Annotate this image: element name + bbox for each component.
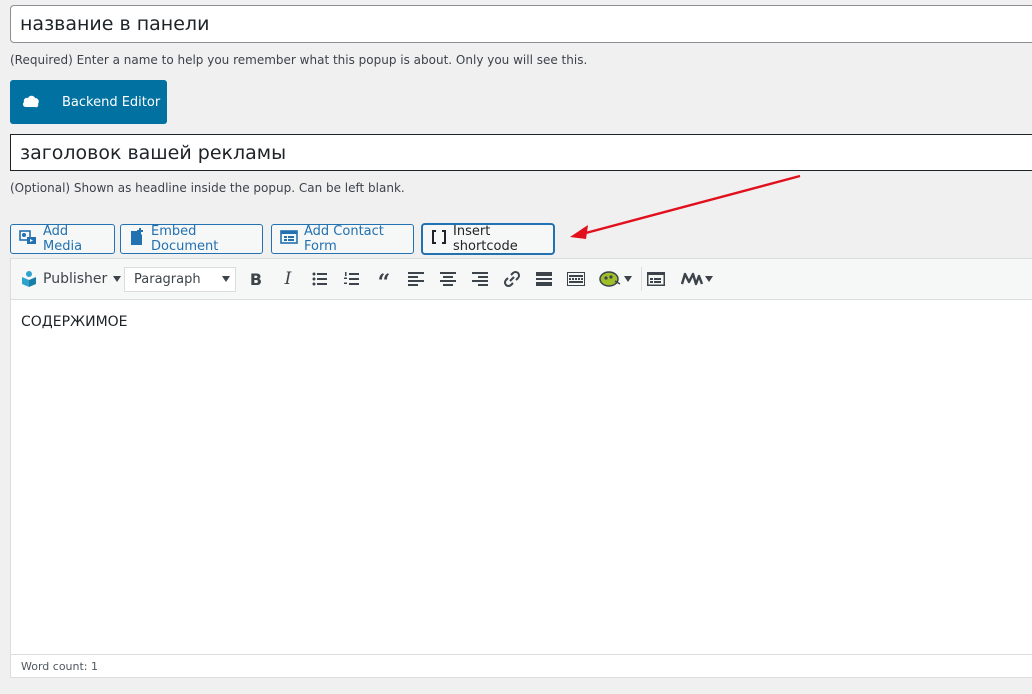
add-media-button[interactable]: Add Media xyxy=(10,224,115,254)
headline-help: (Optional) Shown as headline inside the … xyxy=(10,181,405,195)
form-button[interactable] xyxy=(644,259,668,299)
m-plugin-dropdown-button[interactable] xyxy=(678,259,716,299)
plugin-dropdown-button[interactable] xyxy=(596,259,634,299)
publisher-dropdown[interactable]: Publisher xyxy=(21,259,122,299)
add-contact-form-label: Add Contact Form xyxy=(304,224,384,254)
read-more-button[interactable] xyxy=(532,259,556,299)
format-select-value: Paragraph xyxy=(134,272,201,287)
editor-statusbar: Word count: 1 xyxy=(11,654,1032,677)
content-editor: Publisher Paragraph B I “ СОДЕРЖИМОЕ Wor… xyxy=(10,258,1032,678)
insert-shortcode-button[interactable]: Insert shortcode xyxy=(422,224,554,254)
blockquote-icon: “ xyxy=(377,270,391,296)
chevron-down-icon xyxy=(705,276,713,282)
chevron-down-icon xyxy=(623,276,632,282)
embed-document-label: Embed Document xyxy=(151,224,219,254)
keyboard-icon xyxy=(567,272,585,286)
add-media-label: Add Media xyxy=(43,224,83,254)
link-button[interactable] xyxy=(500,259,524,299)
backend-editor-button[interactable]: Backend Editor xyxy=(10,80,167,124)
chevron-down-icon xyxy=(222,276,230,282)
align-center-button[interactable] xyxy=(436,259,460,299)
chevron-down-icon xyxy=(113,276,122,282)
backend-editor-label: Backend Editor xyxy=(62,94,161,110)
toolbar-separator xyxy=(641,267,642,291)
link-icon xyxy=(503,270,521,288)
align-right-icon xyxy=(472,272,488,286)
popup-name-value: название в панели xyxy=(20,13,210,35)
word-count: Word count: 1 xyxy=(21,659,99,673)
form-icon xyxy=(647,272,665,286)
publisher-label: Publisher xyxy=(43,271,108,287)
plugin-icon xyxy=(598,271,620,287)
annotation-arrow-icon xyxy=(570,174,801,239)
m-logo-icon xyxy=(681,272,703,286)
italic-button[interactable]: I xyxy=(276,259,300,299)
embed-document-button[interactable]: Embed Document xyxy=(120,224,263,254)
read-more-icon xyxy=(536,272,552,286)
format-select[interactable]: Paragraph xyxy=(124,267,236,292)
bullet-list-icon xyxy=(312,272,327,286)
document-add-icon xyxy=(129,228,151,250)
headline-input[interactable]: заголовок вашей рекламы xyxy=(10,134,1032,171)
editor-toolbar: Publisher Paragraph B I “ xyxy=(11,259,1032,300)
numbered-list-button[interactable] xyxy=(340,259,364,299)
align-left-icon xyxy=(408,272,424,286)
blockquote-button[interactable]: “ xyxy=(372,259,396,299)
editor-content[interactable]: СОДЕРЖИМОЕ xyxy=(21,314,128,330)
insert-shortcode-label: Insert shortcode xyxy=(453,224,518,254)
shortcode-brackets-icon xyxy=(431,229,453,249)
popup-name-input[interactable]: название в панели xyxy=(10,5,1032,43)
media-icon xyxy=(19,229,43,249)
numbered-list-icon xyxy=(344,272,359,285)
align-left-button[interactable] xyxy=(404,259,428,299)
publisher-icon xyxy=(21,270,37,288)
toolbar-toggle-button[interactable] xyxy=(564,259,588,299)
align-right-button[interactable] xyxy=(468,259,492,299)
bold-button[interactable]: B xyxy=(244,259,268,299)
italic-icon: I xyxy=(284,269,292,289)
add-contact-form-button[interactable]: Add Contact Form xyxy=(271,224,414,254)
bullet-list-button[interactable] xyxy=(308,259,332,299)
popup-name-help: (Required) Enter a name to help you reme… xyxy=(10,53,588,67)
contact-form-icon xyxy=(280,229,304,249)
headline-value: заголовок вашей рекламы xyxy=(20,141,287,164)
cloud-icon xyxy=(22,95,44,109)
align-center-icon xyxy=(440,272,456,286)
bold-icon: B xyxy=(249,269,263,289)
